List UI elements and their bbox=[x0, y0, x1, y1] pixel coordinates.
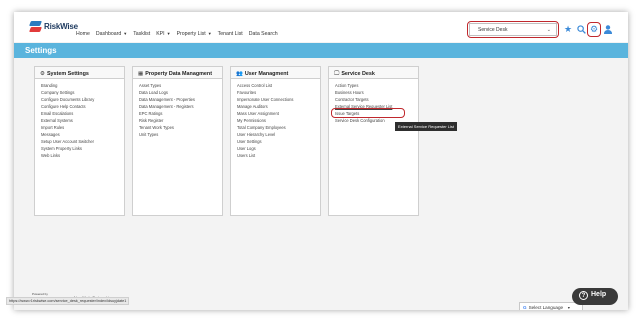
link-branding[interactable]: Branding bbox=[41, 82, 124, 89]
link-import-rules[interactable]: Import Rules bbox=[41, 124, 124, 131]
nav-tenant-list[interactable]: Tenant List bbox=[218, 31, 243, 37]
nav-property-list[interactable]: Property List ▼ bbox=[177, 31, 212, 37]
card-header: ⚙ System Settings bbox=[35, 67, 124, 79]
link-favourites[interactable]: Favourites bbox=[237, 89, 320, 96]
help-label: Help bbox=[591, 291, 607, 298]
chevron-down-icon: ▼ bbox=[567, 306, 571, 310]
building-icon: ▦ bbox=[138, 70, 144, 77]
link-manage-auditors[interactable]: Manage Auditors bbox=[237, 103, 320, 110]
link-risk-register[interactable]: Risk Register bbox=[139, 117, 222, 124]
star-icon[interactable]: ★ bbox=[564, 25, 573, 34]
search-icon[interactable] bbox=[577, 25, 586, 34]
help-button[interactable]: ? Help bbox=[572, 288, 618, 305]
card-title: Service Desk bbox=[341, 71, 375, 77]
link-data-management-registers[interactable]: Data Management - Registers bbox=[139, 103, 222, 110]
card-system-settings: ⚙ System Settings Branding Company Setti… bbox=[34, 66, 125, 216]
link-users-list[interactable]: Users List bbox=[237, 152, 320, 159]
card-header: 🖵 Service Desk bbox=[329, 67, 418, 79]
link-configure-help-contacts[interactable]: Configure Help Contacts bbox=[41, 103, 124, 110]
link-setup-user-account-switcher[interactable]: Setup User Account Switcher bbox=[41, 138, 124, 145]
link-tenant-work-types[interactable]: Tenant Work Types bbox=[139, 124, 222, 131]
user-icon[interactable] bbox=[604, 25, 612, 34]
powered-by-label: Powered by bbox=[32, 292, 48, 296]
main-nav: Home Dashboard ▼ Tasklist KPI ▼ Property L… bbox=[76, 31, 284, 37]
nav-home[interactable]: Home bbox=[76, 31, 90, 37]
link-access-control-list[interactable]: Access Control List bbox=[237, 82, 320, 89]
link-web-links[interactable]: Web Links bbox=[41, 152, 124, 159]
link-user-logs[interactable]: User Logs bbox=[237, 145, 320, 152]
link-asset-types[interactable]: Asset Types bbox=[139, 82, 222, 89]
card-property-data-management: ▦ Property Data Managment Asset Types Da… bbox=[132, 66, 223, 216]
link-user-settings[interactable]: User Settings bbox=[237, 138, 320, 145]
app-window: RiskWise Home Dashboard ▼ Tasklist KPI ▼ P… bbox=[14, 12, 628, 310]
chevron-down-icon: ▼ bbox=[123, 31, 128, 36]
link-company-settings[interactable]: Company Settings bbox=[41, 89, 124, 96]
card-header: 👥 User Managment bbox=[231, 67, 320, 79]
users-icon: 👥 bbox=[236, 70, 243, 77]
link-impersonate-user-connections[interactable]: Impersonate User Connections bbox=[237, 96, 320, 103]
logo-mark-icon bbox=[29, 21, 42, 32]
nav-data-search[interactable]: Data Search bbox=[249, 31, 278, 37]
link-external-systems[interactable]: External Systems bbox=[41, 117, 124, 124]
language-select[interactable]: G Select Language ▼ bbox=[519, 302, 583, 310]
logo-text: RiskWise bbox=[44, 22, 78, 31]
riskwise-logo[interactable]: RiskWise bbox=[29, 21, 78, 32]
link-business-hours[interactable]: Business Hours bbox=[335, 89, 418, 96]
card-title: Property Data Managment bbox=[145, 71, 213, 77]
google-icon: G bbox=[523, 305, 527, 310]
link-contractor-targets[interactable]: Contractor Targets bbox=[335, 96, 418, 103]
link-user-hierarchy-level[interactable]: User Hierarchy Level bbox=[237, 131, 320, 138]
card-user-management: 👥 User Managment Access Control List Fav… bbox=[230, 66, 321, 216]
link-action-types[interactable]: Action Types bbox=[335, 82, 418, 89]
link-my-permissions[interactable]: My Permissions bbox=[237, 117, 320, 124]
settings-header-bar: Settings bbox=[14, 43, 628, 58]
tooltip: External Service Requester List bbox=[395, 122, 458, 131]
link-total-company-employees[interactable]: Total Company Employees bbox=[237, 124, 320, 131]
language-select-label: Select Language bbox=[528, 305, 564, 310]
nav-tasklist[interactable]: Tasklist bbox=[133, 31, 150, 37]
link-data-management-properties[interactable]: Data Management - Properties bbox=[139, 96, 222, 103]
link-unit-types[interactable]: Unit Types bbox=[139, 131, 222, 138]
card-links: Branding Company Settings Configure Docu… bbox=[35, 79, 124, 159]
card-header: ▦ Property Data Managment bbox=[133, 67, 222, 79]
link-data-load-logs[interactable]: Data Load Logs bbox=[139, 89, 222, 96]
link-epc-ratings[interactable]: EPC Ratings bbox=[139, 110, 222, 117]
page-title: Settings bbox=[25, 46, 57, 55]
nav-dashboard[interactable]: Dashboard ▼ bbox=[96, 31, 127, 37]
card-title: User Managment bbox=[244, 71, 289, 77]
card-title: System Settings bbox=[46, 71, 89, 77]
module-select-highlight bbox=[467, 21, 559, 38]
card-links: Access Control List Favourites Impersona… bbox=[231, 79, 320, 159]
monitor-icon: 🖵 bbox=[334, 70, 340, 77]
link-configure-documents-library[interactable]: Configure Documents Library bbox=[41, 96, 124, 103]
link-email-escalations[interactable]: Email Escalations bbox=[41, 110, 124, 117]
chevron-down-icon: ▼ bbox=[207, 31, 212, 36]
status-bar-url: https://www.r1riskwise.com/service_desk_… bbox=[6, 297, 130, 305]
link-highlight bbox=[331, 108, 405, 118]
card-links: Asset Types Data Load Logs Data Manageme… bbox=[133, 79, 222, 138]
gear-icon: ⚙ bbox=[40, 70, 45, 77]
link-messages[interactable]: Messages bbox=[41, 131, 124, 138]
help-icon: ? bbox=[579, 291, 588, 300]
link-mass-user-assignment[interactable]: Mass User Assignment bbox=[237, 110, 320, 117]
top-bar: RiskWise Home Dashboard ▼ Tasklist KPI ▼ P… bbox=[14, 12, 628, 42]
card-service-desk: 🖵 Service Desk Action Types Business Hou… bbox=[328, 66, 419, 216]
nav-kpi[interactable]: KPI ▼ bbox=[156, 31, 170, 37]
gear-highlight bbox=[587, 22, 601, 37]
chevron-down-icon: ▼ bbox=[166, 31, 171, 36]
link-system-property-links[interactable]: System Property Links bbox=[41, 145, 124, 152]
